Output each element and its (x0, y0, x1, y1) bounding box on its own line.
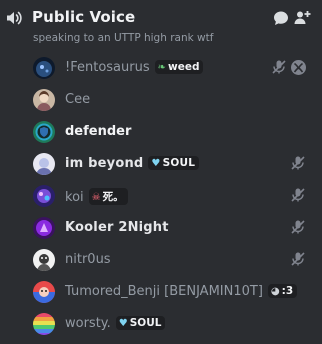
guild-tag: ❧ weed (154, 60, 204, 74)
member-row-im-beyond[interactable]: im beyond ♥ SOUL (28, 148, 316, 180)
avatar (33, 249, 55, 271)
channel-header: Public Voice speaking to an UTTP high ra… (0, 0, 322, 52)
avatar (33, 89, 55, 111)
member-name: Tumored_Benji [BENJAMIN10T] ◕:3 (65, 284, 298, 299)
avatar (33, 185, 55, 207)
member-row-nitr0us[interactable]: nitr0us (28, 244, 316, 276)
mic-muted-icon (272, 60, 286, 74)
member-row-kooler-2night[interactable]: Kooler 2Night (28, 212, 316, 244)
member-name: im beyond ♥ SOUL (65, 156, 200, 171)
cat-icon: ◕ (270, 286, 280, 297)
member-row-tumored-benji[interactable]: Tumored_Benji [BENJAMIN10T] ◕:3 (28, 276, 316, 308)
member-name: defender (65, 124, 132, 139)
mic-muted-icon (291, 188, 305, 202)
member-name: !Fentosaurus ❧ weed (65, 60, 204, 75)
avatar (33, 281, 55, 303)
channel-title: Public Voice (32, 8, 136, 26)
xbox-icon (291, 60, 306, 75)
avatar (33, 121, 55, 143)
guild-tag: ◕:3 (267, 284, 298, 298)
skull-icon: ☠ (91, 192, 101, 203)
member-row-worsty[interactable]: worsty. ♥ SOUL (28, 308, 316, 340)
mic-muted-icon (291, 156, 305, 170)
member-list: !Fentosaurus ❧ weed Cee defender im beyo… (0, 52, 322, 340)
voice-channel-panel: Public Voice speaking to an UTTP high ra… (0, 0, 322, 344)
guild-tag: ♥ SOUL (148, 156, 200, 170)
voice-speaker-icon (7, 11, 22, 25)
member-row-fentosaurus[interactable]: !Fentosaurus ❧ weed (28, 52, 316, 84)
avatar (33, 57, 55, 79)
member-name: Cee (65, 92, 91, 107)
avatar (33, 313, 55, 335)
member-row-koi[interactable]: koi ☠ 死。 (28, 180, 316, 212)
mic-muted-icon (291, 252, 305, 266)
avatar (33, 217, 55, 239)
heart-icon: ♥ (118, 318, 128, 329)
member-name: worsty. ♥ SOUL (65, 316, 166, 331)
guild-tag: ☠ 死。 (88, 188, 128, 205)
chat-bubble-icon[interactable] (272, 9, 290, 27)
member-name: koi ☠ 死。 (65, 188, 128, 205)
member-row-defender[interactable]: defender (28, 116, 316, 148)
channel-status: speaking to an UTTP high rank wtf (33, 32, 214, 44)
heart-icon: ♥ (151, 158, 161, 169)
leaf-icon: ❧ (157, 62, 166, 73)
add-member-icon[interactable] (293, 9, 311, 27)
member-name: Kooler 2Night (65, 220, 169, 235)
mic-muted-icon (291, 220, 305, 234)
guild-tag: ♥ SOUL (115, 316, 166, 330)
avatar (33, 153, 55, 175)
member-name: nitr0us (65, 252, 111, 267)
member-row-cee[interactable]: Cee (28, 84, 316, 116)
